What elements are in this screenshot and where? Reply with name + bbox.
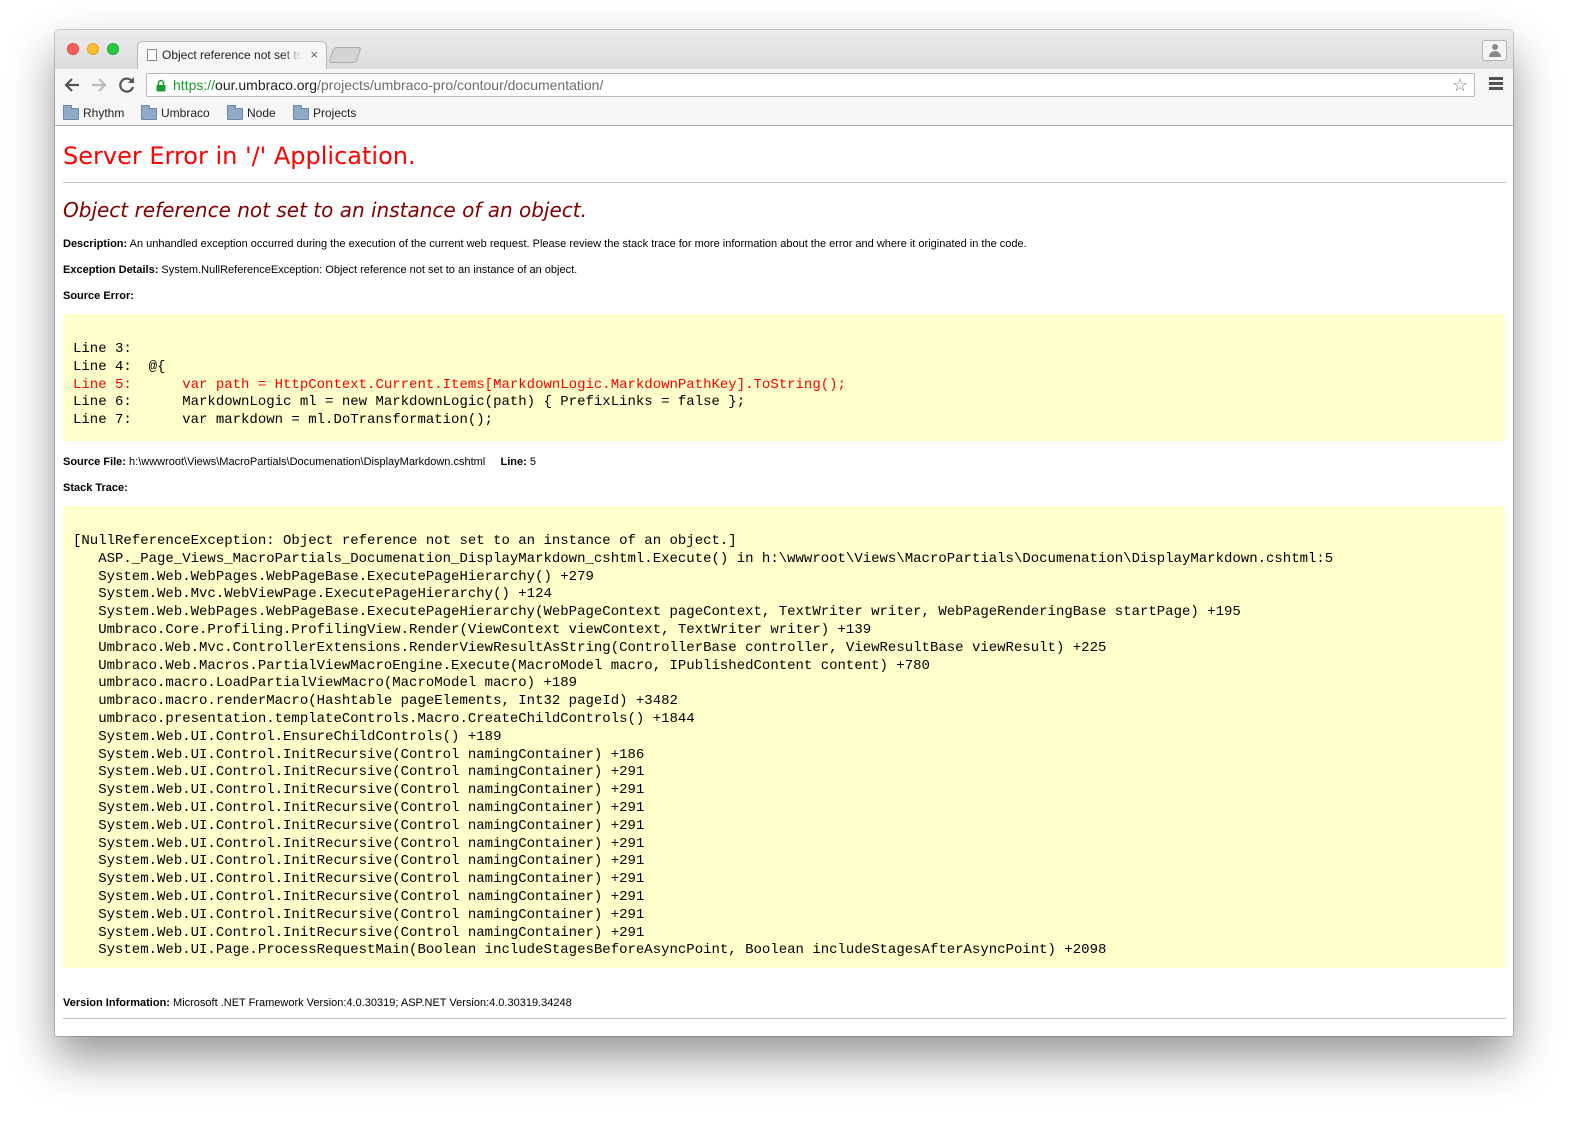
bookmark-umbraco[interactable]: Umbraco <box>141 105 210 122</box>
stack-trace-line: System.Web.WebPages.WebPageBase.ExecuteP… <box>73 568 594 585</box>
url-scheme: https:// <box>173 77 216 93</box>
source-file: Source File: h:\wwwroot\Views\MacroParti… <box>63 455 536 469</box>
source-line: Line 3: <box>73 341 149 357</box>
version-information: Version Information: Microsoft .NET Fram… <box>63 996 572 1010</box>
page-heading: Server Error in '/' Application. <box>63 142 416 170</box>
source-line: Line 4: @{ <box>73 358 166 375</box>
stack-trace-line: System.Web.UI.Control.InitRecursive(Cont… <box>73 782 645 799</box>
stack-trace-heading: Stack Trace: <box>63 481 128 495</box>
folder-icon <box>227 105 243 120</box>
exception-text: System.NullReferenceException: Object re… <box>161 264 578 276</box>
stack-trace-line: System.Web.UI.Control.InitRecursive(Cont… <box>73 817 645 834</box>
stack-trace-line: System.Web.WebPages.WebPageBase.ExecuteP… <box>73 604 1241 621</box>
folder-icon <box>293 105 309 120</box>
bookmark-label: Projects <box>313 106 357 120</box>
stack-trace-line: [NullReferenceException: Object referenc… <box>73 533 737 549</box>
close-tab-icon[interactable]: × <box>310 47 318 63</box>
stack-trace-line: umbraco.presentation.templateControls.Ma… <box>73 710 695 727</box>
description-label: Description: <box>63 238 128 250</box>
bookmark-star-icon[interactable]: ☆ <box>1452 75 1468 95</box>
hamburger-menu-icon[interactable] <box>1489 77 1503 93</box>
bookmark-label: Rhythm <box>83 106 125 120</box>
description-text: An unhandled exception occurred during t… <box>129 238 1027 250</box>
bookmark-rhythm[interactable]: Rhythm <box>63 105 124 122</box>
bookmark-node[interactable]: Node <box>227 105 276 122</box>
stack-trace-line: System.Web.UI.Control.InitRecursive(Cont… <box>73 746 645 763</box>
stack-trace-line: umbraco.macro.LoadPartialViewMacro(Macro… <box>73 675 578 692</box>
tab-title: Object reference not set to an instance … <box>162 48 302 64</box>
source-line-highlighted: Line 5: var path = HttpContext.Current.I… <box>73 376 846 393</box>
stack-trace-line: Umbraco.Core.Profiling.ProfilingView.Ren… <box>73 621 872 638</box>
page-icon <box>147 49 157 61</box>
back-arrow-icon[interactable] <box>62 75 82 95</box>
version-label: Version Information: <box>63 997 170 1009</box>
reload-icon[interactable] <box>117 75 137 95</box>
stack-trace-line: System.Web.UI.Control.InitRecursive(Cont… <box>73 924 645 941</box>
profile-button[interactable] <box>1482 40 1507 61</box>
stack-trace-line: umbraco.macro.renderMacro(Hashtable page… <box>73 693 678 710</box>
url-text[interactable]: https://our.umbraco.org/projects/umbraco… <box>173 77 603 94</box>
source-file-path: h:\wwwroot\Views\MacroPartials\Documenat… <box>129 456 486 468</box>
stack-trace-line: Umbraco.Web.Macros.PartialViewMacroEngin… <box>73 657 930 674</box>
stack-trace-line: System.Web.Mvc.WebViewPage.ExecutePageHi… <box>73 586 552 603</box>
zoom-window-button[interactable] <box>107 43 119 55</box>
description: Description: An unhandled exception occu… <box>63 237 1027 251</box>
source-file-label: Source File: <box>63 456 126 468</box>
browser-toolbar: https://our.umbraco.org/projects/umbraco… <box>55 69 1513 102</box>
address-bar[interactable]: https://our.umbraco.org/projects/umbraco… <box>146 73 1475 97</box>
stack-trace-line: Umbraco.Web.Mvc.ControllerExtensions.Ren… <box>73 639 1107 656</box>
stack-trace-line: System.Web.UI.Control.InitRecursive(Cont… <box>73 799 645 816</box>
url-host: our.umbraco.org <box>215 77 317 93</box>
person-icon <box>1492 44 1498 50</box>
divider <box>63 1018 1506 1019</box>
lock-icon <box>156 79 166 92</box>
stack-trace-line: System.Web.UI.Page.ProcessRequestMain(Bo… <box>73 942 1107 959</box>
version-text: Microsoft .NET Framework Version:4.0.303… <box>173 997 572 1009</box>
minimize-window-button[interactable] <box>87 43 99 55</box>
tab-active[interactable]: Object reference not set to an instance … <box>137 41 327 70</box>
new-tab-button[interactable] <box>328 47 362 63</box>
bookmarks-bar: Rhythm Umbraco Node Projects <box>55 102 1513 126</box>
exception-label: Exception Details: <box>63 264 159 276</box>
stack-trace-line: System.Web.UI.Control.InitRecursive(Cont… <box>73 764 645 781</box>
bookmark-label: Node <box>247 106 276 120</box>
line-number: 5 <box>529 456 536 468</box>
forward-arrow-icon[interactable] <box>89 75 109 95</box>
stack-trace-line: ASP._Page_Views_MacroPartials_Documenati… <box>73 550 1334 567</box>
stack-trace-line: System.Web.UI.Control.InitRecursive(Cont… <box>73 835 645 852</box>
line-label: Line: <box>500 456 527 468</box>
source-error-label: Source Error: <box>63 290 134 302</box>
folder-icon <box>63 105 79 120</box>
stack-trace-line: System.Web.UI.Control.InitRecursive(Cont… <box>73 906 645 923</box>
stack-trace-box: [NullReferenceException: Object referenc… <box>63 506 1505 968</box>
stack-trace-line: System.Web.UI.Control.EnsureChildControl… <box>73 728 502 745</box>
url-path: /projects/umbraco-pro/contour/documentat… <box>316 77 604 93</box>
person-icon-body <box>1489 51 1501 57</box>
browser-window: Object reference not set to an instance … <box>55 30 1513 1036</box>
stack-trace-line: System.Web.UI.Control.InitRecursive(Cont… <box>73 888 645 905</box>
divider <box>63 182 1506 183</box>
source-error-heading: Source Error: <box>63 289 134 303</box>
source-code-box: Line 3: Line 4: @{Line 5: var path = Htt… <box>63 314 1505 441</box>
source-line: Line 6: MarkdownLogic ml = new MarkdownL… <box>73 394 746 411</box>
bookmark-projects[interactable]: Projects <box>293 105 356 122</box>
stack-trace-label: Stack Trace: <box>63 482 128 494</box>
stack-trace-line: System.Web.UI.Control.InitRecursive(Cont… <box>73 871 645 888</box>
title-bar: Object reference not set to an instance … <box>55 30 1513 70</box>
source-line: Line 7: var markdown = ml.DoTransformati… <box>73 412 494 429</box>
bookmark-label: Umbraco <box>161 106 210 120</box>
stack-trace-line: System.Web.UI.Control.InitRecursive(Cont… <box>73 853 645 870</box>
error-title: Object reference not set to an instance … <box>63 198 587 222</box>
close-window-button[interactable] <box>67 43 79 55</box>
folder-icon <box>141 105 157 120</box>
exception-details: Exception Details: System.NullReferenceE… <box>63 263 577 277</box>
